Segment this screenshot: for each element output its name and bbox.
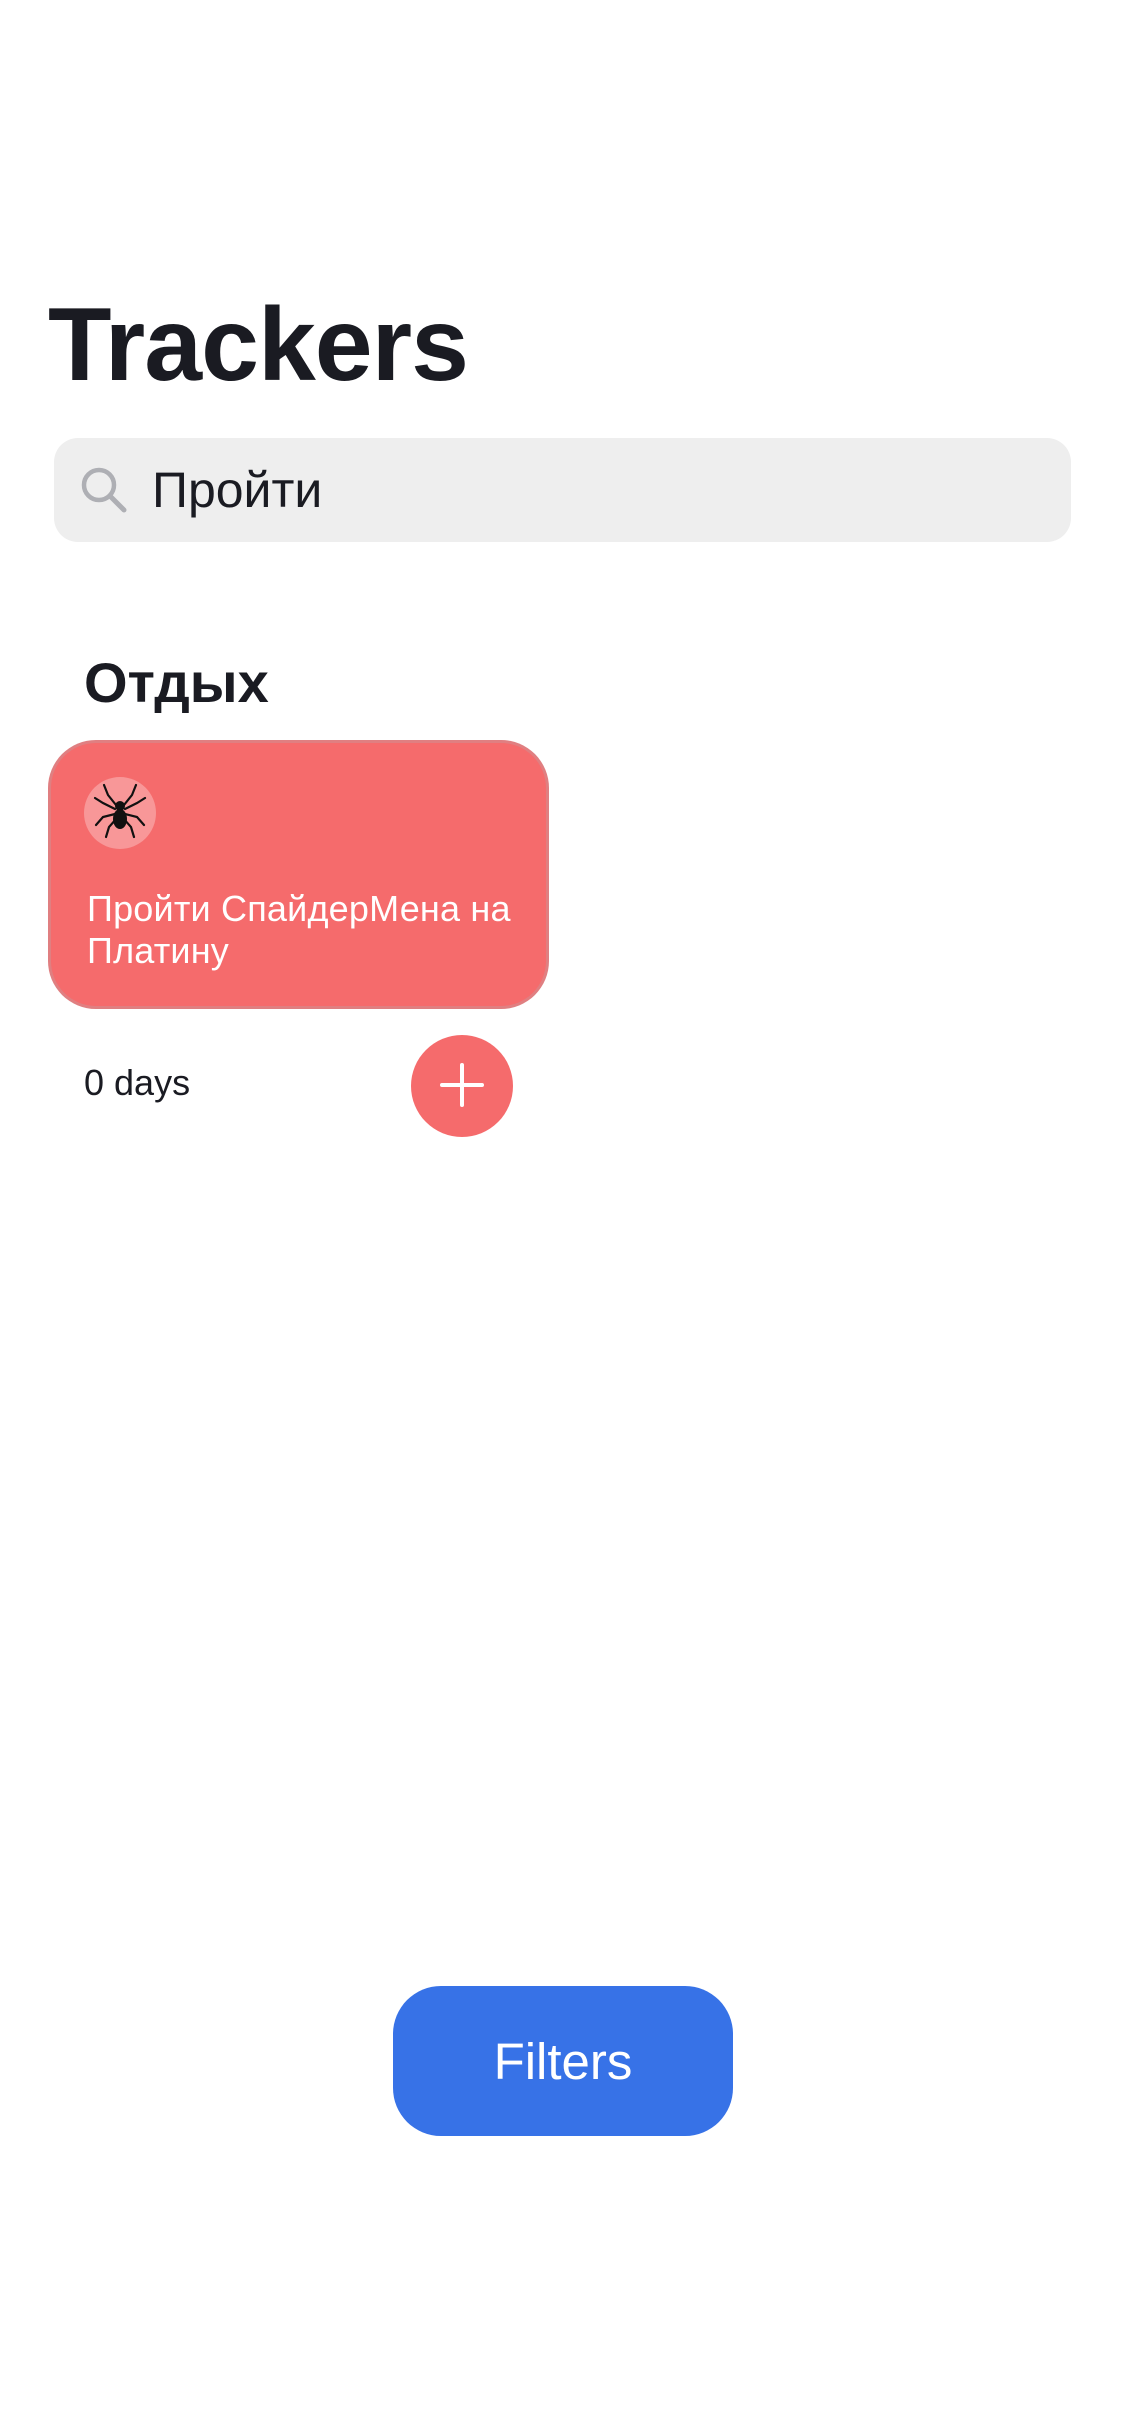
- tracker-card[interactable]: Пройти СпайдерМена на Платину: [48, 740, 549, 1009]
- tracker-name: Пройти СпайдерМена на Платину: [87, 888, 511, 971]
- search-input[interactable]: [152, 461, 1032, 519]
- emoji-badge: [84, 777, 156, 849]
- spider-icon: [90, 781, 150, 846]
- days-counter: 0 days: [84, 1062, 191, 1103]
- search-bar[interactable]: [54, 438, 1071, 542]
- category-title: Отдых: [84, 651, 269, 714]
- plus-icon: [440, 1062, 484, 1110]
- complete-tracker-button[interactable]: [411, 1035, 513, 1137]
- page-title: Trackers: [48, 287, 469, 403]
- magnifying-glass-icon: [76, 462, 132, 518]
- filters-button[interactable]: Filters: [393, 1986, 733, 2136]
